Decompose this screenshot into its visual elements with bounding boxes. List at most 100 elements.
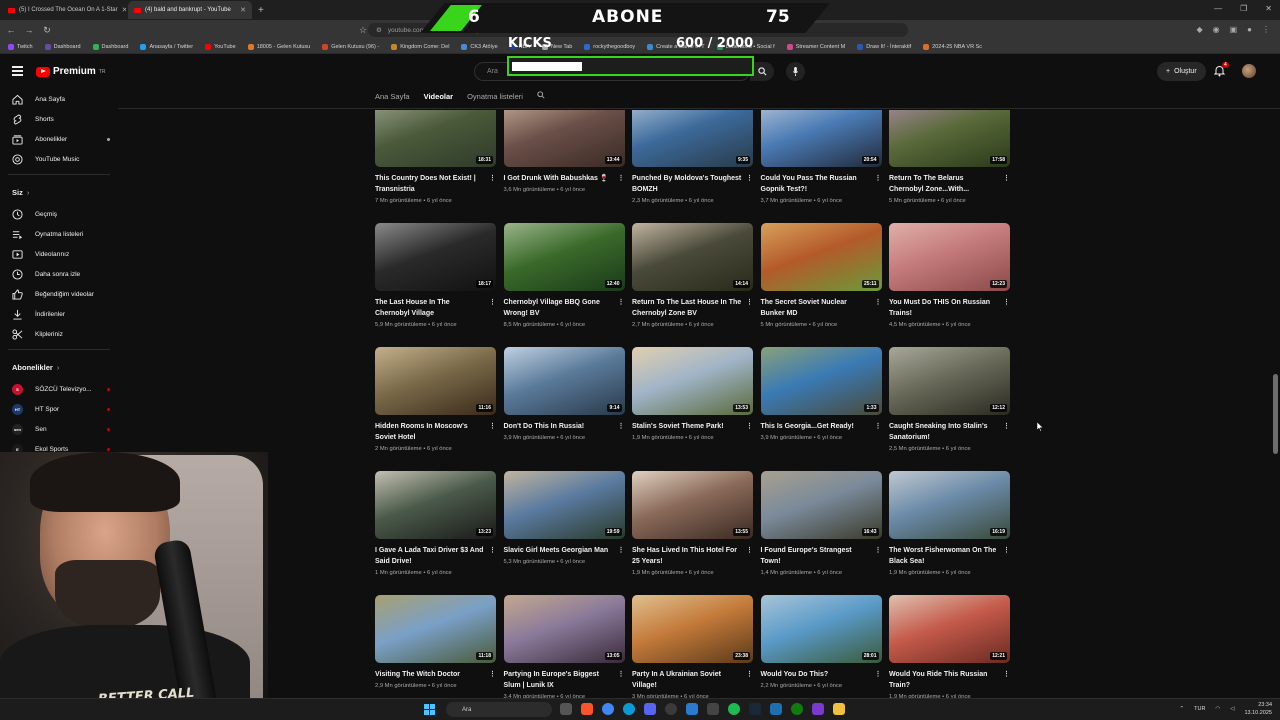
video-card[interactable]: 19:59 Slavic Girl Meets Georgian Man ⋮ 5,3 …	[503, 471, 625, 565]
video-thumbnail[interactable]: 11:16	[375, 347, 496, 415]
video-card[interactable]: 13:55 She Has Lived In This Hotel For 25 …	[632, 471, 753, 576]
video-card[interactable]: 9:14 Don't Do This In Russia! ⋮ 3,9 Mn görü…	[503, 347, 625, 441]
tab-videolar[interactable]: Videolar	[424, 92, 453, 101]
youtube-premium-logo[interactable]: Premium TR	[36, 66, 105, 77]
tray-expand-icon[interactable]: ⌃	[1180, 706, 1185, 712]
menu-dots-icon[interactable]: ⋮	[1262, 25, 1270, 34]
obs-icon[interactable]	[665, 703, 677, 715]
wifi-icon[interactable]: ◠	[1215, 706, 1220, 712]
sidebar-item-watch-later[interactable]: Daha sonra izle	[0, 264, 118, 284]
video-title[interactable]: Party In A Ukrainian Soviet Village!	[632, 671, 721, 689]
video-title[interactable]: Chernobyl Village BBQ Gone Wrong! BV	[504, 299, 600, 317]
more-actions-icon[interactable]: ⋮	[618, 669, 625, 680]
video-title[interactable]: Slavic Girl Meets Georgian Man	[504, 547, 609, 554]
sidebar-item-shorts[interactable]: Shorts	[0, 109, 118, 129]
taskbar-search[interactable]: Ara	[446, 702, 552, 717]
video-thumbnail[interactable]: 16:43	[760, 471, 882, 539]
more-actions-icon[interactable]: ⋮	[1003, 669, 1010, 680]
sidebar-item-playlists[interactable]: Oynatma listeleri	[0, 224, 118, 244]
video-thumbnail[interactable]: 20:54	[760, 110, 882, 167]
video-card[interactable]: 14:14 Return To The Last House In The Che…	[632, 223, 753, 328]
browser-tab-2[interactable]: (4) bald and bankrupt - YouTube ✕	[128, 1, 252, 19]
more-actions-icon[interactable]: ⋮	[489, 545, 496, 556]
video-title[interactable]: Partying In Europe's Biggest Slum | Luni…	[504, 671, 599, 689]
new-tab-icon[interactable]: +	[258, 5, 264, 16]
video-card[interactable]: 25:11 The Secret Soviet Nuclear Bunker MD…	[760, 223, 882, 328]
bookmark-item[interactable]: Dashboard	[44, 43, 81, 50]
video-thumbnail[interactable]: 9:35	[632, 110, 753, 167]
video-title[interactable]: This Is Georgia...Get Ready!	[761, 423, 854, 430]
sidebar-item-liked[interactable]: Beğendiğim videolar	[0, 284, 118, 304]
video-title[interactable]: I Gave A Lada Taxi Driver $3 And Said Dr…	[375, 547, 483, 565]
page-scrollbar[interactable]	[1273, 374, 1278, 454]
bookmark-item[interactable]: CK3 Atölye	[461, 43, 498, 50]
voice-search-button[interactable]	[786, 62, 805, 81]
more-actions-icon[interactable]: ⋮	[746, 173, 753, 184]
more-actions-icon[interactable]: ⋮	[875, 545, 882, 556]
bookmark-item[interactable]: Kingdom Come: Del	[391, 43, 449, 50]
profile-icon[interactable]: ●	[1247, 25, 1252, 34]
more-actions-icon[interactable]: ⋮	[746, 545, 753, 556]
more-actions-icon[interactable]: ⋮	[875, 297, 882, 308]
sidebar-item-clips[interactable]: Klipleriniz	[0, 324, 118, 344]
video-title[interactable]: The Last House In The Chernobyl Village	[375, 299, 450, 317]
video-card[interactable]: 12:40 Chernobyl Village BBQ Gone Wrong! B…	[503, 223, 625, 328]
sidebar-section-you[interactable]: Siz ›	[0, 180, 118, 204]
video-title[interactable]: Punched By Moldova's Toughest BOMZH	[632, 175, 741, 193]
spotify-icon[interactable]	[728, 703, 740, 715]
video-card[interactable]: 13:05 Partying In Europe's Biggest Slum |…	[503, 595, 625, 698]
forward-icon[interactable]: →	[22, 25, 36, 35]
video-title[interactable]: Could You Pass The Russian Gopnik Test?!	[761, 175, 857, 193]
windows-start-icon[interactable]	[424, 704, 435, 715]
hamburger-menu-icon[interactable]	[12, 66, 23, 76]
video-card[interactable]: 12:21 Would You Ride This Russian Train? ⋮…	[889, 595, 1010, 698]
bookmark-item[interactable]: Draw It! - İnteraktif	[857, 43, 911, 50]
video-title[interactable]: I Got Drunk With Babushkas 🍷	[504, 175, 609, 182]
sidebar-item-home[interactable]: Ana Sayfa	[0, 89, 118, 109]
more-actions-icon[interactable]: ⋮	[489, 297, 496, 308]
video-title[interactable]: I Found Europe's Strangest Town!	[761, 547, 852, 565]
video-card[interactable]: 18:31 This Country Does Not Exist! | Tran…	[375, 110, 496, 204]
file-explorer-icon[interactable]	[833, 703, 845, 715]
extension-icon[interactable]: ▣	[1230, 25, 1238, 34]
tab-ana-sayfa[interactable]: Ana Sayfa	[375, 92, 410, 101]
more-actions-icon[interactable]: ⋮	[746, 421, 753, 432]
video-title[interactable]: The Worst Fisherwoman On The Black Sea!	[889, 547, 996, 565]
video-title[interactable]: Don't Do This In Russia!	[504, 423, 585, 430]
sidebar-item-your-videos[interactable]: Videolarınız	[0, 244, 118, 264]
video-title[interactable]: Visiting The Witch Doctor	[375, 671, 460, 678]
video-thumbnail[interactable]: 11:18	[375, 595, 496, 663]
more-actions-icon[interactable]: ⋮	[746, 297, 753, 308]
more-actions-icon[interactable]: ⋮	[489, 421, 496, 432]
video-thumbnail[interactable]: 17:58	[889, 110, 1010, 167]
video-card[interactable]: 9:35 Punched By Moldova's Toughest BOMZH ⋮…	[632, 110, 753, 204]
channel-search-icon[interactable]	[537, 91, 545, 101]
video-card[interactable]: 11:16 Hidden Rooms In Moscow's Soviet Hot…	[375, 347, 496, 452]
volume-icon[interactable]: ◁	[1230, 706, 1234, 712]
steam-icon[interactable]	[749, 703, 761, 715]
tab-oynatma-listeleri[interactable]: Oynatma listeleri	[467, 92, 523, 101]
video-card[interactable]: 13:53 Stalin's Soviet Theme Park! ⋮ 1,9 Mn …	[632, 347, 753, 441]
video-thumbnail[interactable]: 13:53	[632, 347, 753, 415]
app-icon[interactable]	[686, 703, 698, 715]
video-thumbnail[interactable]: 14:14	[632, 223, 753, 291]
more-actions-icon[interactable]: ⋮	[1003, 297, 1010, 308]
bookmark-item[interactable]: 2024-25 NBA VR Sc	[923, 43, 982, 50]
reload-icon[interactable]: ↻	[40, 25, 54, 36]
video-card[interactable]: 12:23 You Must Do THIS On Russian Trains!…	[889, 223, 1010, 328]
sidebar-item-subscriptions[interactable]: Abonelikler	[0, 129, 118, 149]
sidebar-item-downloads[interactable]: İndirilenler	[0, 304, 118, 324]
chrome-icon[interactable]	[602, 703, 614, 715]
more-actions-icon[interactable]: ⋮	[1003, 173, 1010, 184]
video-thumbnail[interactable]: 9:14	[503, 347, 625, 415]
bookmark-item[interactable]: Twitch	[8, 43, 33, 50]
video-card[interactable]: 16:43 I Found Europe's Strangest Town! ⋮ 1,…	[760, 471, 882, 576]
more-actions-icon[interactable]: ⋮	[875, 669, 882, 680]
close-window-icon[interactable]: ✕	[1265, 4, 1272, 13]
maximize-icon[interactable]: ❐	[1240, 4, 1247, 13]
video-card[interactable]: 13:23 I Gave A Lada Taxi Driver $3 And Sa…	[375, 471, 496, 576]
close-tab-icon[interactable]: ✕	[122, 6, 126, 14]
video-thumbnail[interactable]: 1:33	[760, 347, 882, 415]
video-thumbnail[interactable]: 13:55	[632, 471, 753, 539]
video-thumbnail[interactable]: 12:40	[503, 223, 625, 291]
